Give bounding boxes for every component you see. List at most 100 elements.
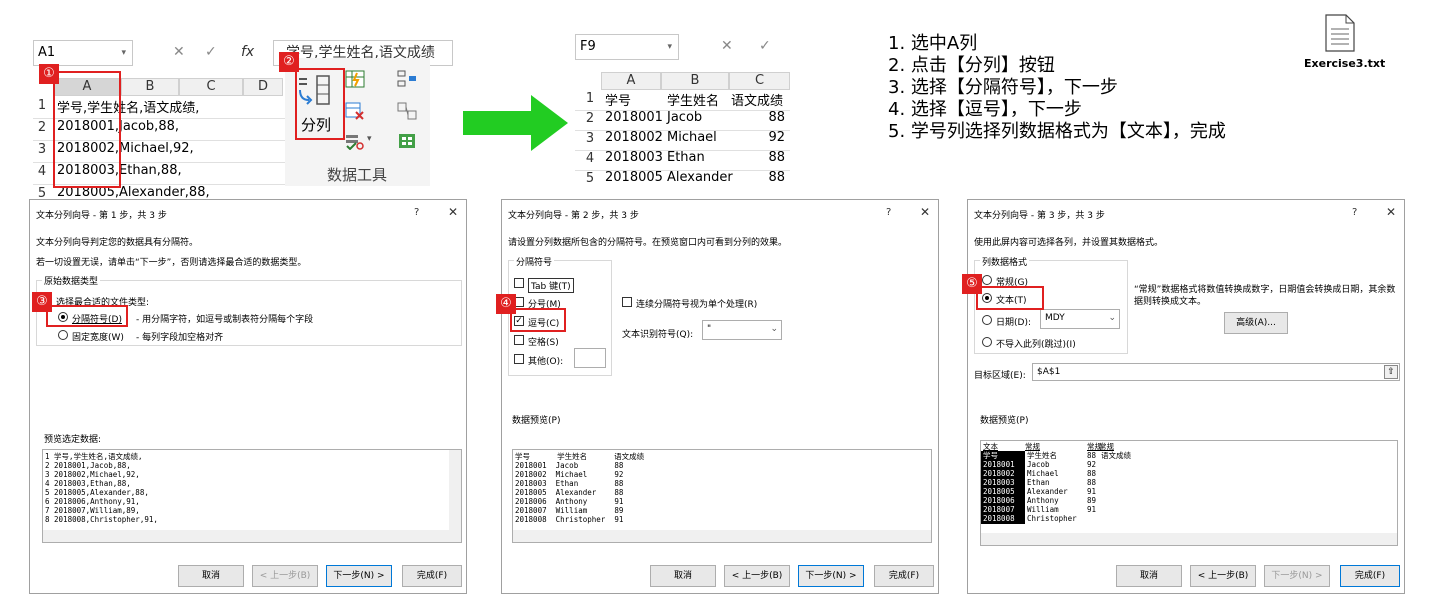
preview-cell: 2018002 [983, 469, 1015, 478]
finish-button[interactable]: 完成(F) [402, 565, 462, 587]
cancel-icon[interactable]: ✕ [721, 34, 733, 60]
preview-label: 数据预览(P) [980, 416, 1029, 426]
preview-label: 数据预览(P) [512, 416, 561, 426]
cancel-button[interactable]: 取消 [1116, 565, 1182, 587]
cell-a2[interactable]: 2018001 [605, 110, 663, 125]
cell-c3[interactable]: 92 [729, 130, 785, 145]
name-box[interactable]: F9 ▾ [575, 34, 679, 60]
back-button[interactable]: < 上一步(B) [724, 565, 790, 587]
next-button[interactable]: 下一步(N) > [798, 565, 864, 587]
space-checkbox[interactable] [514, 335, 524, 345]
date-format-select[interactable]: MDY ⌄ [1040, 309, 1120, 329]
space-label[interactable]: 空格(S) [528, 335, 559, 348]
other-label[interactable]: 其他(O): [528, 354, 563, 367]
cell-c4[interactable]: 88 [729, 150, 785, 165]
cell-b2[interactable]: Jacob [667, 110, 702, 125]
finish-button[interactable]: 完成(F) [874, 565, 934, 587]
horizontal-scrollbar[interactable] [43, 530, 461, 542]
date-label[interactable]: 日期(D): [996, 315, 1031, 328]
consecutive-checkbox[interactable] [622, 297, 632, 307]
cell-b4[interactable]: Ethan [667, 150, 705, 165]
close-icon[interactable]: ✕ [448, 205, 458, 219]
text-file-icon[interactable] [1324, 14, 1356, 52]
intro-text: 使用此屏内容可选择各列，并设置其数据格式。 [974, 238, 1164, 248]
collapse-icon[interactable]: ⇧ [1384, 365, 1398, 379]
next-button[interactable]: 下一步(N) > [1264, 565, 1330, 587]
other-checkbox[interactable] [514, 354, 524, 364]
dialog-title: 文本分列向导 - 第 2 步，共 3 步 [508, 211, 639, 221]
preview-cell: 88 [1087, 451, 1097, 460]
cell-a5[interactable]: 2018005 [605, 170, 663, 185]
finish-button[interactable]: 完成(F) [1340, 565, 1400, 587]
data-preview[interactable]: 1 学号,学生姓名,语文成绩, 2 2018001,Jacob,88, 3 20… [42, 449, 462, 543]
skip-label[interactable]: 不导入此列(跳过)(I) [996, 337, 1076, 350]
date-radio[interactable] [982, 315, 992, 325]
back-button[interactable]: < 上一步(B) [252, 565, 318, 587]
consolidate-icon[interactable] [397, 70, 417, 88]
next-button[interactable]: 下一步(N) > [326, 565, 392, 587]
column-header-c[interactable]: C [179, 78, 243, 96]
preview-line: 8 2018008,Christopher,91, [45, 515, 158, 524]
consecutive-label[interactable]: 连续分隔符号视为单个处理(R) [636, 297, 757, 310]
cancel-button[interactable]: 取消 [178, 565, 244, 587]
column-header-c[interactable]: C [729, 72, 790, 90]
horizontal-scrollbar[interactable] [981, 533, 1397, 545]
remove-duplicates-icon[interactable] [345, 102, 365, 120]
fixed-width-label[interactable]: 固定宽度(W) [72, 330, 124, 343]
data-preview[interactable]: 文本 常规 常规 常规 学号 2018001 2018002 2018003 2… [980, 440, 1398, 546]
chevron-down-icon[interactable]: ▾ [367, 134, 372, 144]
target-input[interactable]: $A$1 [1032, 363, 1400, 381]
delimited-desc: - 用分隔字符，如逗号或制表符分隔每个字段 [136, 315, 314, 325]
other-input[interactable] [574, 348, 606, 368]
horizontal-scrollbar[interactable] [513, 530, 931, 542]
file-name[interactable]: Exercise3.txt [1304, 57, 1385, 70]
column-header-b[interactable]: B [661, 72, 729, 90]
relationships-icon[interactable] [397, 102, 417, 120]
name-box[interactable]: A1 ▾ [33, 40, 133, 66]
column-header-d[interactable]: D [243, 78, 283, 96]
cell-c2[interactable]: 88 [729, 110, 785, 125]
cell-a1[interactable]: 学号 [605, 90, 631, 109]
cell-c5[interactable]: 88 [729, 170, 785, 185]
help-icon[interactable]: ? [414, 207, 419, 218]
cell-c1[interactable]: 语文成绩 [731, 90, 783, 109]
column-header-a[interactable]: A [601, 72, 661, 90]
flash-fill-icon[interactable] [345, 70, 365, 88]
help-icon[interactable]: ? [886, 207, 891, 218]
column-header-b[interactable]: B [121, 78, 179, 96]
preview-line: 2018006 Anthony 91 [515, 497, 624, 506]
preview-line: 2018005 Alexander 88 [515, 488, 624, 497]
cell-a3[interactable]: 2018002 [605, 130, 663, 145]
highlight-column-a [53, 71, 121, 188]
advanced-button[interactable]: 高级(A)... [1224, 312, 1288, 334]
preview-cell: 2018006 [983, 496, 1015, 505]
tab-checkbox[interactable] [514, 278, 524, 288]
tab-label[interactable]: Tab 键(T) [528, 278, 574, 293]
cancel-icon[interactable]: ✕ [173, 40, 185, 66]
data-validation-icon[interactable] [345, 132, 365, 151]
preview-cell: 91 [1087, 505, 1097, 514]
preview-cell: 2018005 [983, 487, 1015, 496]
cell-b3[interactable]: Michael [667, 130, 717, 145]
qualifier-select[interactable]: " ⌄ [702, 320, 782, 340]
preview-line: 2018007 William 89 [515, 506, 624, 515]
check-icon[interactable]: ✓ [759, 34, 771, 60]
data-model-icon[interactable] [397, 132, 417, 150]
fixed-width-radio[interactable] [58, 330, 68, 340]
general-radio[interactable] [982, 275, 992, 285]
close-icon[interactable]: ✕ [1386, 205, 1396, 219]
instructions-list: 1. 选中A列 2. 点击【分列】按钮 3. 选择【分隔符号】，下一步 4. 选… [888, 33, 1226, 143]
close-icon[interactable]: ✕ [920, 205, 930, 219]
data-preview[interactable]: 学号 学生姓名 语文成绩 2018001 Jacob 88 2018002 Mi… [512, 449, 932, 543]
preview-cell: 89 [1087, 496, 1097, 505]
help-icon[interactable]: ? [1352, 207, 1357, 218]
cancel-button[interactable]: 取消 [650, 565, 716, 587]
vertical-scrollbar[interactable] [449, 450, 461, 530]
cell-b5[interactable]: Alexander [667, 170, 733, 185]
check-icon[interactable]: ✓ [205, 40, 217, 66]
fx-icon[interactable]: fx [241, 40, 254, 66]
cell-a4[interactable]: 2018003 [605, 150, 663, 165]
skip-radio[interactable] [982, 337, 992, 347]
back-button[interactable]: < 上一步(B) [1190, 565, 1256, 587]
cell-b1[interactable]: 学生姓名 [667, 90, 719, 109]
